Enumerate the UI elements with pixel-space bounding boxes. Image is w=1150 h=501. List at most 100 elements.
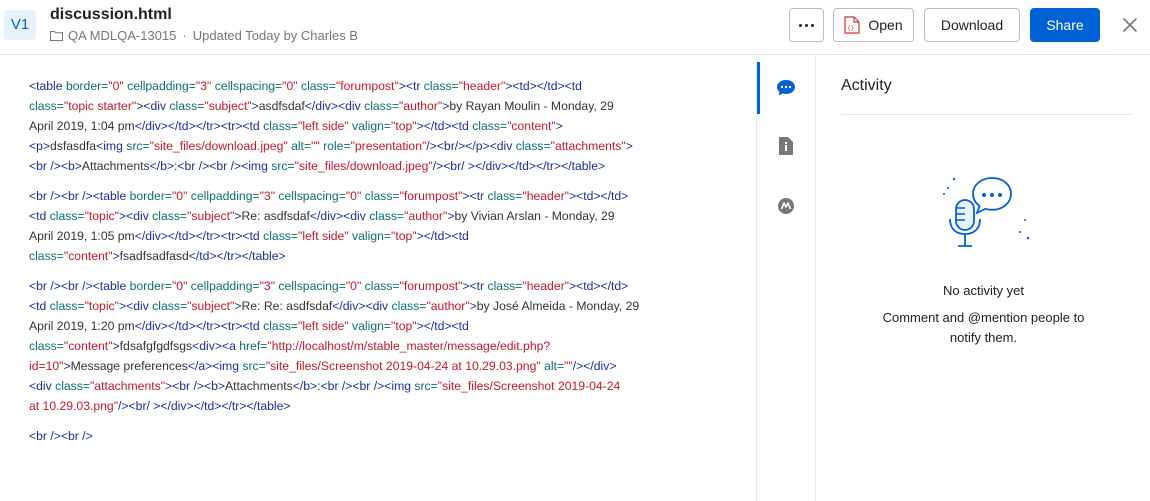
- code-token: border=: [129, 189, 172, 203]
- code-token: "top": [391, 119, 417, 133]
- folder-name-link[interactable]: QA MDLQA-13015: [68, 28, 176, 43]
- code-token: "presentation": [350, 139, 427, 153]
- code-token: >: [112, 339, 120, 353]
- code-token: "0": [171, 189, 188, 203]
- code-token: </td></tr></table>: [188, 249, 286, 263]
- ellipsis-icon: [799, 23, 814, 27]
- sidebar-tab-metadata[interactable]: [757, 186, 815, 226]
- code-token: /><br/ ></div></td></tr></table>: [432, 159, 606, 173]
- code-token: cellpadding=: [123, 79, 196, 93]
- code-token: by José Almeida - Monday, 29: [476, 299, 640, 313]
- open-button-label: Open: [868, 17, 903, 33]
- code-token: "author": [398, 99, 443, 113]
- code-token: "top": [391, 229, 417, 243]
- code-token: "site_files/download.jpeg": [149, 139, 288, 153]
- code-token: asdfsdaf: [258, 99, 305, 113]
- code-token: class=: [263, 119, 298, 133]
- code-token: class=: [29, 99, 64, 113]
- code-token: "top": [391, 319, 417, 333]
- code-token: cellspacing=: [275, 189, 346, 203]
- code-token: class=: [361, 189, 400, 203]
- code-line: class="content">fdsafgfgdfsgs<div><a hre…: [29, 336, 729, 356]
- code-token: </b>: [292, 379, 318, 393]
- sidebar-tab-activity[interactable]: [757, 68, 815, 108]
- code-token: <br /><br />: [29, 429, 93, 443]
- code-token: "0": [108, 79, 124, 93]
- code-token: "0": [282, 79, 298, 93]
- code-token: "content": [63, 339, 113, 353]
- version-badge[interactable]: V1: [4, 10, 36, 40]
- updated-text: Updated Today by Charles B: [192, 28, 358, 43]
- code-block: <table border="0" cellpadding="3" cellsp…: [29, 76, 729, 176]
- code-token: >: [625, 139, 633, 153]
- code-token: </div><div: [332, 299, 392, 313]
- code-token: class=: [49, 209, 85, 223]
- activity-panel: Activity No activity yet Comment and @me…: [817, 56, 1150, 501]
- code-token: </div><div: [309, 209, 370, 223]
- sidebar-tab-details[interactable]: [757, 126, 815, 166]
- svg-text:{}: {}: [848, 25, 855, 32]
- code-token: src=: [242, 359, 266, 373]
- code-line: April 2019, 1:20 pm</div></td></tr><tr><…: [29, 316, 729, 336]
- code-token: ><div: [118, 299, 153, 313]
- code-token: "left side": [298, 319, 349, 333]
- code-line: <br /><br /><table border="0" cellpaddin…: [29, 276, 729, 296]
- code-token: <br /><br /><img: [320, 379, 415, 393]
- code-token: "forumpost": [399, 189, 463, 203]
- code-token: class=: [369, 209, 405, 223]
- code-token: ></td><td: [416, 119, 473, 133]
- code-token: April 2019, 1:05 pm: [29, 229, 135, 243]
- code-token: "attachments": [550, 139, 626, 153]
- code-token: by Vivian Arslan - Monday, 29: [454, 209, 615, 223]
- code-line: <br /><br />: [29, 426, 729, 446]
- code-token: "subject": [187, 299, 235, 313]
- code-token: class=: [423, 79, 459, 93]
- code-token: class=: [49, 299, 85, 313]
- code-token: src=: [414, 379, 438, 393]
- code-token: cellpadding=: [187, 189, 260, 203]
- code-token: >: [555, 119, 563, 133]
- more-options-button[interactable]: [789, 8, 824, 42]
- code-token: by Rayan Moulin - Monday, 29: [449, 99, 614, 113]
- code-token: "subject": [187, 209, 235, 223]
- code-token: </div></td></tr><tr><td: [134, 229, 264, 243]
- open-button[interactable]: {} Open: [833, 8, 914, 42]
- code-token: border=: [65, 79, 109, 93]
- code-token: class=: [263, 319, 298, 333]
- file-preview[interactable]: <table border="0" cellpadding="3" cellsp…: [0, 56, 756, 501]
- code-content: <table border="0" cellpadding="3" cellsp…: [29, 76, 729, 456]
- code-token: "3": [259, 279, 276, 293]
- code-token: ><td></td>: [568, 189, 629, 203]
- code-line: at 10.29.03.png"/><br/ ></div></td></tr>…: [29, 396, 729, 416]
- code-token: cellpadding=: [187, 279, 260, 293]
- code-token: "": [564, 359, 573, 373]
- code-token: </div><div: [304, 99, 365, 113]
- code-token: "topic": [84, 209, 119, 223]
- code-token: class=: [169, 99, 205, 113]
- code-block: <br /><br /><table border="0" cellpaddin…: [29, 186, 729, 266]
- code-token: valign=: [348, 229, 392, 243]
- code-line: <td class="topic"><div class="subject">R…: [29, 296, 729, 316]
- code-line: <div class="attachments"><br /><b>Attach…: [29, 376, 729, 396]
- code-token: /><br/></p><div: [426, 139, 516, 153]
- code-line: <p>dsfasdfa<img src="site_files/download…: [29, 136, 729, 156]
- file-info-icon: [779, 137, 793, 155]
- code-token: alt=: [540, 359, 565, 373]
- code-token: <div: [29, 379, 56, 393]
- download-button[interactable]: Download: [924, 8, 1020, 42]
- code-token: src=: [126, 139, 150, 153]
- code-token: class=: [515, 139, 551, 153]
- code-token: <td: [29, 299, 50, 313]
- code-token: valign=: [348, 119, 392, 133]
- folder-icon: [50, 31, 63, 41]
- share-button-label: Share: [1046, 17, 1084, 33]
- code-token: /><br/ ></div></td></tr></table>: [118, 399, 291, 413]
- close-icon[interactable]: [1120, 15, 1140, 35]
- code-token: </a><img: [187, 359, 243, 373]
- code-token: ><tr: [398, 79, 424, 93]
- empty-state-title: No activity yet: [943, 283, 1024, 298]
- code-token: "site_files/Screenshot 2019-04-24 at 10.…: [265, 359, 541, 373]
- share-button[interactable]: Share: [1030, 8, 1100, 42]
- code-token: <table: [29, 79, 66, 93]
- code-token: "site_files/download.jpeg": [294, 159, 433, 173]
